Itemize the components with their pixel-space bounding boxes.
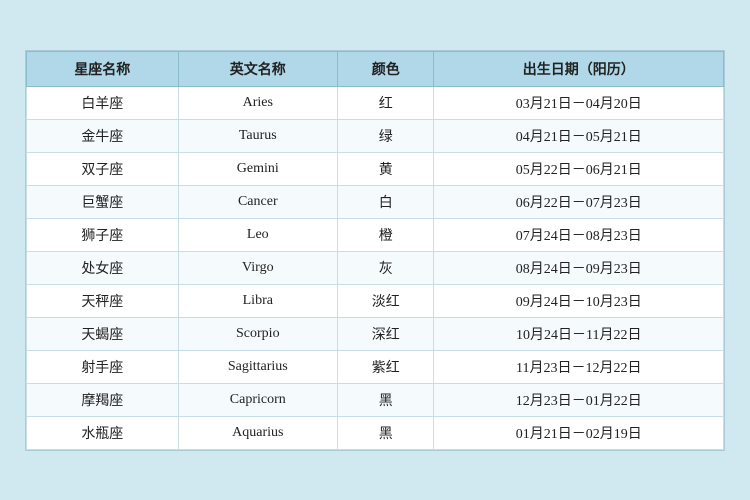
cell-chinese: 射手座 [27, 350, 179, 383]
header-color: 颜色 [337, 51, 434, 86]
table-row: 双子座Gemini黄05月22日－06月21日 [27, 152, 724, 185]
table-row: 狮子座Leo橙07月24日－08月23日 [27, 218, 724, 251]
cell-dates: 05月22日－06月21日 [434, 152, 724, 185]
cell-dates: 03月21日－04月20日 [434, 86, 724, 119]
cell-dates: 09月24日－10月23日 [434, 284, 724, 317]
cell-english: Taurus [178, 119, 337, 152]
cell-chinese: 白羊座 [27, 86, 179, 119]
cell-english: Capricorn [178, 383, 337, 416]
cell-dates: 07月24日－08月23日 [434, 218, 724, 251]
cell-chinese: 天蝎座 [27, 317, 179, 350]
cell-color: 紫红 [337, 350, 434, 383]
header-english-name: 英文名称 [178, 51, 337, 86]
cell-english: Gemini [178, 152, 337, 185]
cell-color: 黄 [337, 152, 434, 185]
cell-chinese: 巨蟹座 [27, 185, 179, 218]
cell-dates: 01月21日－02月19日 [434, 416, 724, 449]
cell-color: 白 [337, 185, 434, 218]
table-row: 天秤座Libra淡红09月24日－10月23日 [27, 284, 724, 317]
table-body: 白羊座Aries红03月21日－04月20日金牛座Taurus绿04月21日－0… [27, 86, 724, 449]
table-row: 金牛座Taurus绿04月21日－05月21日 [27, 119, 724, 152]
table-row: 天蝎座Scorpio深红10月24日－11月22日 [27, 317, 724, 350]
cell-english: Scorpio [178, 317, 337, 350]
cell-english: Libra [178, 284, 337, 317]
cell-color: 黑 [337, 416, 434, 449]
cell-dates: 08月24日－09月23日 [434, 251, 724, 284]
cell-chinese: 天秤座 [27, 284, 179, 317]
zodiac-table: 星座名称 英文名称 颜色 出生日期（阳历） 白羊座Aries红03月21日－04… [26, 51, 724, 450]
cell-english: Virgo [178, 251, 337, 284]
cell-chinese: 金牛座 [27, 119, 179, 152]
cell-color: 淡红 [337, 284, 434, 317]
cell-color: 黑 [337, 383, 434, 416]
cell-dates: 06月22日－07月23日 [434, 185, 724, 218]
cell-color: 灰 [337, 251, 434, 284]
cell-dates: 12月23日－01月22日 [434, 383, 724, 416]
table-row: 巨蟹座Cancer白06月22日－07月23日 [27, 185, 724, 218]
cell-english: Aries [178, 86, 337, 119]
header-dates: 出生日期（阳历） [434, 51, 724, 86]
cell-dates: 10月24日－11月22日 [434, 317, 724, 350]
cell-color: 深红 [337, 317, 434, 350]
table-row: 处女座Virgo灰08月24日－09月23日 [27, 251, 724, 284]
cell-color: 绿 [337, 119, 434, 152]
cell-dates: 11月23日－12月22日 [434, 350, 724, 383]
cell-color: 橙 [337, 218, 434, 251]
cell-color: 红 [337, 86, 434, 119]
cell-chinese: 狮子座 [27, 218, 179, 251]
cell-chinese: 水瓶座 [27, 416, 179, 449]
table-row: 水瓶座Aquarius黑01月21日－02月19日 [27, 416, 724, 449]
table-header-row: 星座名称 英文名称 颜色 出生日期（阳历） [27, 51, 724, 86]
cell-english: Aquarius [178, 416, 337, 449]
table-row: 射手座Sagittarius紫红11月23日－12月22日 [27, 350, 724, 383]
table-row: 白羊座Aries红03月21日－04月20日 [27, 86, 724, 119]
cell-english: Cancer [178, 185, 337, 218]
cell-dates: 04月21日－05月21日 [434, 119, 724, 152]
header-chinese-name: 星座名称 [27, 51, 179, 86]
cell-chinese: 处女座 [27, 251, 179, 284]
cell-english: Leo [178, 218, 337, 251]
cell-chinese: 摩羯座 [27, 383, 179, 416]
table-row: 摩羯座Capricorn黑12月23日－01月22日 [27, 383, 724, 416]
cell-english: Sagittarius [178, 350, 337, 383]
zodiac-table-container: 星座名称 英文名称 颜色 出生日期（阳历） 白羊座Aries红03月21日－04… [25, 50, 725, 451]
cell-chinese: 双子座 [27, 152, 179, 185]
